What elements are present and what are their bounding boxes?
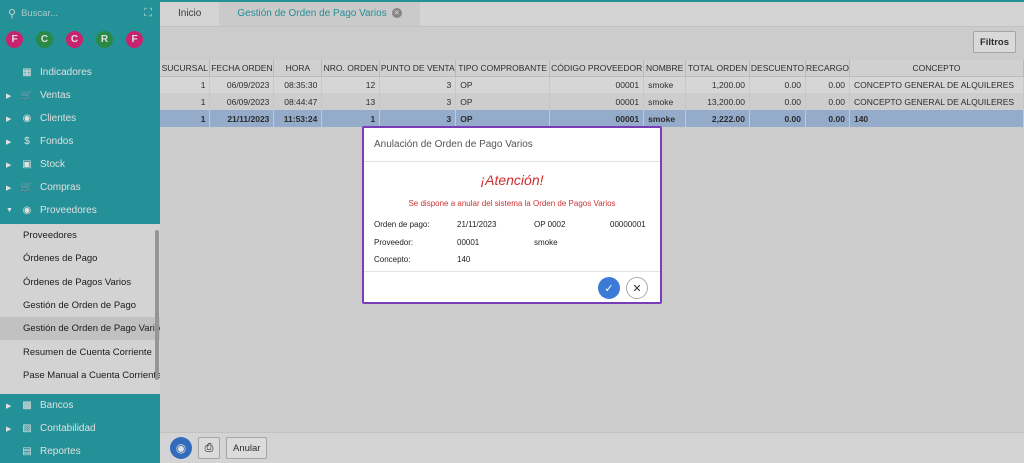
dialog-title: Anulación de Orden de Pago Varios [364, 128, 660, 162]
provider-code: 00001 [457, 238, 480, 247]
warning-heading: ¡Atención! [480, 172, 544, 188]
cancel-button[interactable]: ✕ [626, 277, 648, 299]
provider-name: smoke [534, 238, 558, 247]
dialog-footer: ✓ ✕ [364, 271, 660, 304]
order-date: 21/11/2023 [457, 220, 497, 229]
concept-label: Concepto: [374, 255, 411, 264]
order-label: Orden de pago: [374, 220, 430, 229]
check-icon: ✓ [604, 282, 614, 295]
confirm-button[interactable]: ✓ [598, 277, 620, 299]
anulacion-dialog: Anulación de Orden de Pago Varios ¡Atenc… [362, 126, 662, 304]
provider-label: Proveedor: [374, 238, 414, 247]
warning-message: Se dispone a anular del sistema la Orden… [408, 199, 616, 208]
order-type: OP 0002 [534, 220, 566, 229]
close-icon: ✕ [632, 282, 642, 295]
concept-value: 140 [457, 255, 471, 264]
order-number: 00000001 [610, 220, 646, 229]
